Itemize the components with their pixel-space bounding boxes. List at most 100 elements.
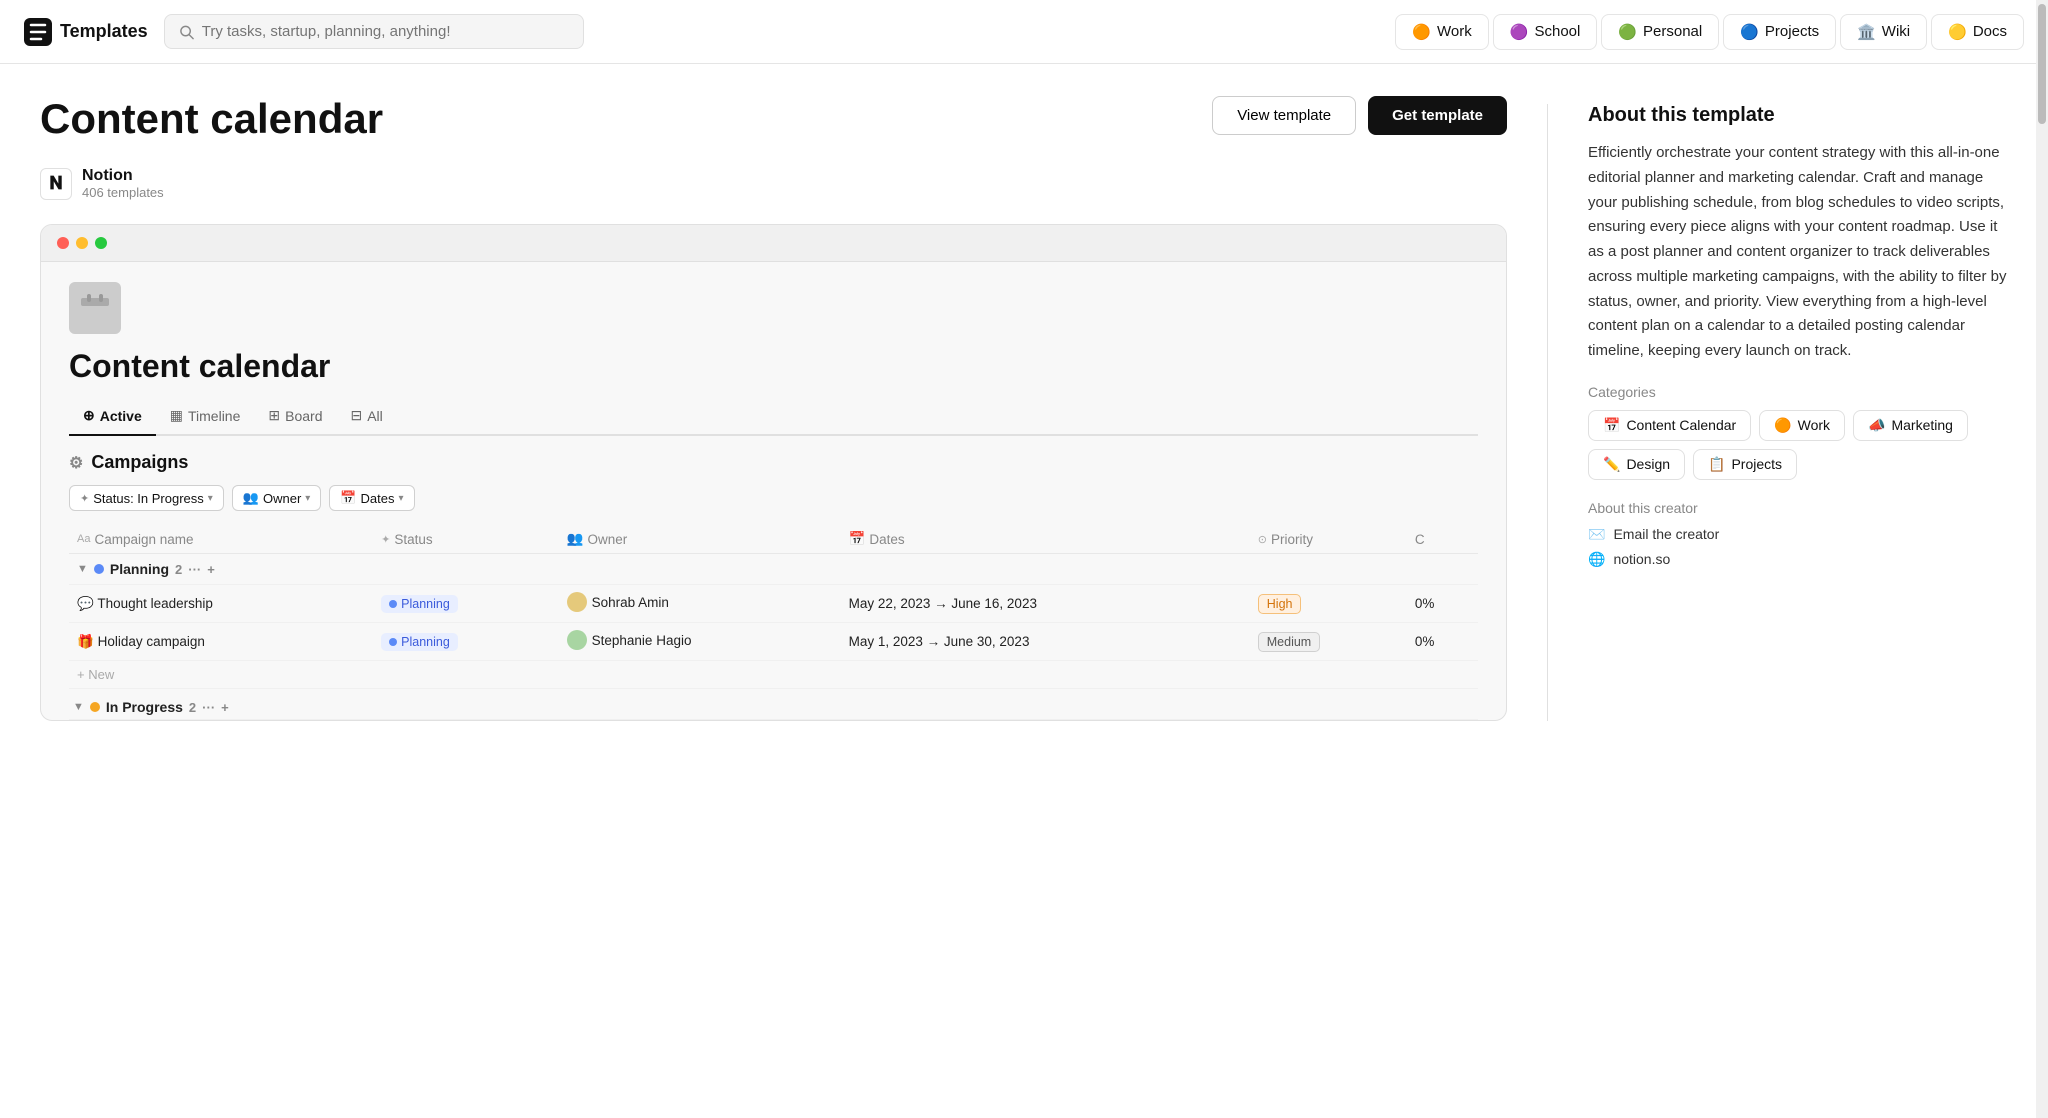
filter-dates-label: Dates: [361, 491, 395, 506]
group-inprogress-more: ···: [202, 700, 215, 715]
col-header-status: ✦ Status: [373, 525, 559, 554]
category-design[interactable]: ✏️ Design: [1588, 449, 1685, 480]
priority-badge-2: Medium: [1258, 632, 1320, 652]
cat-content-calendar-label: Content Calendar: [1626, 417, 1736, 433]
owner2-name: Stephanie Hagio: [592, 633, 692, 648]
filter-dates-chevron: ▾: [398, 493, 403, 504]
col-header-c: C: [1407, 525, 1478, 554]
tab-timeline[interactable]: ▦ Timeline: [156, 401, 255, 434]
group-inprogress-add[interactable]: +: [221, 700, 229, 715]
nav-tab-school-label: School: [1534, 23, 1580, 40]
preview-calendar-icon: [69, 282, 121, 334]
creator-info: Notion 406 templates: [82, 167, 164, 200]
personal-icon: 🟢: [1618, 23, 1637, 41]
search-input[interactable]: [202, 23, 569, 40]
cell-owner-1: Sohrab Amin: [559, 585, 841, 623]
group-planning-count: 2: [175, 562, 182, 577]
work-icon: 🟠: [1412, 23, 1431, 41]
school-icon: 🟣: [1510, 23, 1529, 41]
cell-dates-2: May 1, 2023 → June 30, 2023: [841, 623, 1250, 661]
email-icon: ✉️: [1588, 526, 1605, 543]
group-planning-chevron: ▼: [77, 563, 88, 575]
tab-board[interactable]: ⊞ Board: [254, 401, 336, 434]
nav-tab-projects-label: Projects: [1765, 23, 1819, 40]
window-chrome: [41, 225, 1506, 262]
status-badge-1: Planning: [381, 595, 458, 613]
row1-icon: 💬: [77, 596, 94, 611]
email-label: Email the creator: [1613, 526, 1719, 542]
row1-name: Thought leadership: [97, 596, 213, 611]
filter-owner-chevron: ▾: [305, 493, 310, 504]
tab-all[interactable]: ⊟ All: [336, 401, 396, 434]
get-template-button[interactable]: Get template: [1368, 96, 1507, 135]
nav-tab-projects[interactable]: 🔵 Projects: [1723, 14, 1836, 50]
cell-owner-2: Stephanie Hagio: [559, 623, 841, 661]
preview-window-title: Content calendar: [69, 348, 1478, 385]
tab-active[interactable]: ⊕ Active: [69, 401, 156, 436]
group-inprogress-chevron: ▼: [73, 701, 84, 713]
nav-tab-docs[interactable]: 🟡 Docs: [1931, 14, 2024, 50]
creator-link-email[interactable]: ✉️ Email the creator: [1588, 526, 2008, 543]
col-header-dates: 📅 Dates: [841, 525, 1250, 554]
category-content-calendar[interactable]: 📅 Content Calendar: [1588, 410, 1751, 441]
docs-icon: 🟡: [1948, 23, 1967, 41]
group-planning-label: Planning: [110, 561, 169, 577]
logo-icon: [24, 18, 52, 46]
cat-work-label: Work: [1798, 417, 1830, 433]
wiki-icon: 🏛️: [1857, 23, 1876, 41]
creator-link-website[interactable]: 🌐 notion.so: [1588, 551, 2008, 568]
window-minimize-dot: [76, 237, 88, 249]
status-badge-dot-1: [389, 600, 397, 608]
all-tab-label: All: [367, 408, 383, 424]
campaigns-title: Campaigns: [91, 452, 188, 473]
cell-dates-1: May 22, 2023 → June 16, 2023: [841, 585, 1250, 623]
status-badge-dot-2: [389, 638, 397, 646]
owner1-avatar: Sohrab Amin: [567, 592, 669, 612]
cat-projects-icon: 📋: [1708, 456, 1725, 473]
nav-tab-personal[interactable]: 🟢 Personal: [1601, 14, 1719, 50]
view-template-button[interactable]: View template: [1212, 96, 1356, 135]
col-header-priority: ⊙ Priority: [1250, 525, 1407, 554]
nav-tab-work[interactable]: 🟠 Work: [1395, 14, 1488, 50]
inprogress-status-dot: [90, 702, 100, 712]
new-row[interactable]: + New: [69, 661, 1478, 689]
filter-dates[interactable]: 📅 Dates ▾: [329, 485, 414, 511]
vertical-divider: [1547, 104, 1548, 721]
nav-tab-school[interactable]: 🟣 School: [1493, 14, 1598, 50]
status-badge-label-2: Planning: [401, 635, 450, 649]
logo-area[interactable]: Templates: [24, 18, 148, 46]
nav-tab-wiki[interactable]: 🏛️ Wiki: [1840, 14, 1927, 50]
filter-status[interactable]: ✦ Status: In Progress ▾: [69, 485, 224, 511]
filter-owner-label: Owner: [263, 491, 301, 506]
cell-priority-2: Medium: [1250, 623, 1407, 661]
category-marketing[interactable]: 📣 Marketing: [1853, 410, 1968, 441]
status-badge-2: Planning: [381, 633, 458, 651]
filter-owner-icon: 👥: [243, 490, 259, 506]
creator-links: ✉️ Email the creator 🌐 notion.so: [1588, 526, 2008, 568]
row2-name: Holiday campaign: [98, 634, 205, 649]
group-planning-more: ···: [188, 562, 201, 577]
cat-projects-label: Projects: [1731, 456, 1782, 472]
category-work[interactable]: 🟠 Work: [1759, 410, 1845, 441]
search-bar[interactable]: [164, 14, 584, 49]
preview-window: Content calendar ⊕ Active ▦ Timeline ⊞ B…: [40, 224, 1507, 721]
category-projects[interactable]: 📋 Projects: [1693, 449, 1797, 480]
cat-design-label: Design: [1626, 456, 1670, 472]
preview-body: Content calendar ⊕ Active ▦ Timeline ⊞ B…: [41, 262, 1506, 720]
action-buttons: View template Get template: [1212, 96, 1507, 135]
website-label: notion.so: [1613, 551, 1670, 567]
nav-tab-wiki-label: Wiki: [1882, 23, 1910, 40]
filter-dates-icon: 📅: [340, 490, 356, 506]
cell-completion-1: 0%: [1407, 585, 1478, 623]
col-status-icon: ✦: [381, 533, 390, 546]
group-planning-add[interactable]: +: [207, 562, 215, 577]
categories-title: Categories: [1588, 384, 2008, 400]
filter-owner[interactable]: 👥 Owner ▾: [232, 485, 322, 511]
page-title: Content calendar: [40, 96, 383, 142]
group-in-progress: ▼ In Progress 2 ··· +: [69, 689, 1478, 720]
cat-marketing-label: Marketing: [1891, 417, 1952, 433]
col-priority-icon: ⊙: [1258, 533, 1267, 546]
cat-work-icon: 🟠: [1774, 417, 1791, 434]
col-name-icon: Aa: [77, 533, 90, 545]
search-icon: [179, 24, 194, 40]
